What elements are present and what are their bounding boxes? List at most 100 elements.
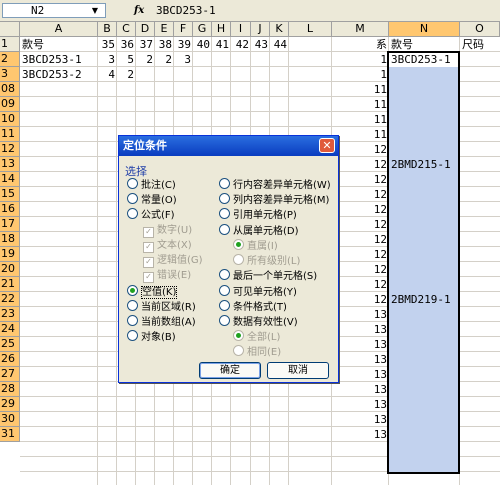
option-blanks[interactable]: 空值(K) [127,285,178,299]
option-current-array[interactable]: 当前数组(A) [127,315,196,329]
cell[interactable]: 12 [334,157,387,172]
option-conditional-formats[interactable]: 条件格式(T) [219,300,287,314]
cell[interactable]: 12 [334,262,387,277]
row-header[interactable]: 26 [0,352,20,367]
cell[interactable]: 11 [334,82,387,97]
row-header[interactable]: 22 [0,292,20,307]
column-header[interactable]: M [332,22,389,37]
row-header[interactable]: 08 [0,82,20,97]
cell[interactable]: 12 [334,187,387,202]
row-header[interactable]: 25 [0,337,20,352]
cell[interactable]: 41 [214,37,229,52]
row-header[interactable]: 27 [0,367,20,382]
cell[interactable]: 款号 [391,37,458,52]
option-row-differences[interactable]: 行内容差异单元格(W) [219,178,331,192]
row-header[interactable]: 24 [0,322,20,337]
cell[interactable]: 款号 [22,37,96,52]
option-formulas[interactable]: 公式(F) [127,208,175,222]
option-dependents[interactable]: 从属单元格(D) [219,224,299,238]
cell[interactable]: 36 [119,37,134,52]
cell[interactable]: 13 [334,322,387,337]
cell[interactable]: 1 [334,52,387,67]
row-header[interactable]: 10 [0,112,20,127]
column-header[interactable]: J [251,22,270,37]
close-icon[interactable]: ✕ [319,138,335,153]
cell[interactable]: 2 [119,67,134,82]
cell[interactable]: 3 [100,52,115,67]
cell[interactable]: 13 [334,307,387,322]
option-comments[interactable]: 批注(C) [127,178,176,192]
column-header[interactable]: N [389,22,460,37]
cell[interactable]: 13 [334,367,387,382]
option-constants[interactable]: 常量(O) [127,193,177,207]
cell[interactable]: 44 [272,37,287,52]
dialog-title[interactable]: 定位条件 [119,136,338,156]
cell[interactable]: 43 [253,37,268,52]
option-last-cell[interactable]: 最后一个单元格(S) [219,269,317,283]
cell[interactable]: 12 [334,292,387,307]
cell[interactable]: 2BMD219-1 [391,292,458,307]
column-header[interactable]: D [136,22,155,37]
cell[interactable]: 3 [176,52,191,67]
cell[interactable]: 系 [334,37,387,52]
row-header[interactable]: 23 [0,307,20,322]
ok-button[interactable]: 确定 [199,362,261,379]
row-header[interactable]: 11 [0,127,20,142]
row-header[interactable]: 2 [0,52,20,67]
option-objects[interactable]: 对象(B) [127,330,176,344]
cell[interactable]: 37 [138,37,153,52]
column-header[interactable]: E [155,22,174,37]
formula-input[interactable]: 3BCD253-1 [156,3,496,18]
cell[interactable]: 13 [334,352,387,367]
cell[interactable]: 13 [334,382,387,397]
cell[interactable]: 12 [334,247,387,262]
cell[interactable]: 12 [334,202,387,217]
column-header[interactable]: L [289,22,332,37]
row-header[interactable]: 3 [0,67,20,82]
chevron-down-icon[interactable]: ▼ [88,4,102,17]
cell[interactable]: 42 [233,37,249,52]
cell[interactable]: 3BCD253-2 [22,67,96,82]
row-header[interactable]: 29 [0,397,20,412]
cell[interactable]: 12 [334,232,387,247]
cell[interactable]: 1 [334,67,387,82]
cell[interactable]: 2 [157,52,172,67]
select-all-corner[interactable] [0,22,20,37]
row-header[interactable]: 30 [0,412,20,427]
column-header[interactable]: O [460,22,500,37]
cell[interactable]: 13 [334,427,387,442]
cell[interactable]: 12 [334,217,387,232]
cell[interactable]: 35 [100,37,115,52]
option-data-validation[interactable]: 数据有效性(V) [219,315,298,329]
cell[interactable]: 11 [334,112,387,127]
row-header[interactable]: 14 [0,172,20,187]
column-header[interactable]: A [20,22,98,37]
row-header[interactable]: 19 [0,247,20,262]
cell[interactable]: 2BMD215-1 [391,157,458,172]
column-header[interactable]: H [212,22,231,37]
row-header[interactable]: 1 [0,37,20,52]
row-header[interactable]: 09 [0,97,20,112]
cell[interactable]: 3BCD253-1 [22,52,96,67]
column-header[interactable]: F [174,22,193,37]
row-header[interactable]: 17 [0,217,20,232]
cell[interactable]: 13 [334,412,387,427]
cell[interactable]: 11 [334,127,387,142]
cell[interactable]: 4 [100,67,115,82]
cell[interactable]: 38 [157,37,172,52]
row-header[interactable]: 31 [0,427,20,442]
row-header[interactable]: 13 [0,157,20,172]
cell[interactable]: 11 [334,97,387,112]
column-header[interactable]: G [193,22,212,37]
row-header[interactable]: 12 [0,142,20,157]
option-precedents[interactable]: 引用单元格(P) [219,208,297,222]
cell[interactable]: 13 [334,337,387,352]
row-header[interactable]: 16 [0,202,20,217]
column-header[interactable]: B [98,22,117,37]
cell[interactable]: 40 [195,37,210,52]
cell[interactable]: 12 [334,172,387,187]
row-header[interactable]: 18 [0,232,20,247]
fx-icon[interactable]: fx [134,3,150,18]
cell[interactable]: 2 [138,52,153,67]
cell[interactable]: 3BCD253-1 [391,52,458,67]
